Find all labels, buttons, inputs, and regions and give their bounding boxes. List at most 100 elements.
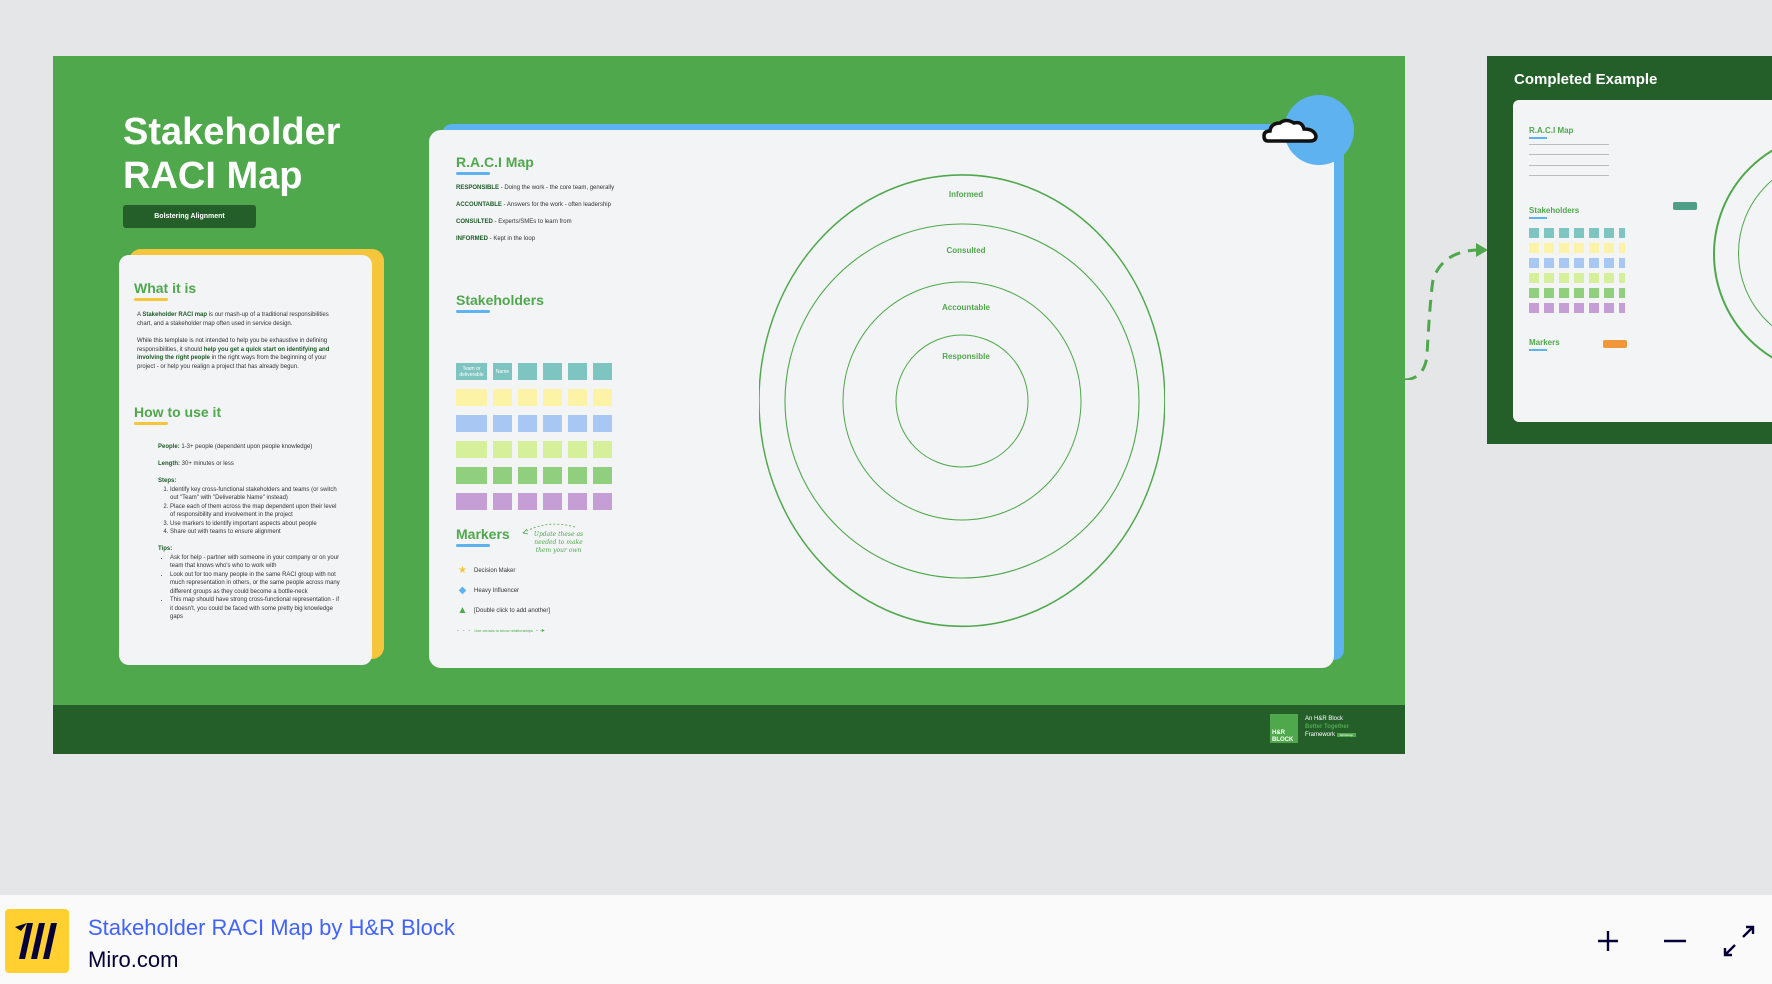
markers-handwritten-note: Update these as needed to make them your… bbox=[533, 531, 584, 554]
sticky-note[interactable] bbox=[593, 363, 612, 380]
triangle-icon: ▲ bbox=[457, 605, 468, 616]
sticky-note[interactable] bbox=[456, 441, 487, 458]
sticky-row: Team or deliverable Name bbox=[456, 363, 618, 382]
sticky-note[interactable] bbox=[518, 415, 537, 432]
sticky-note[interactable] bbox=[568, 441, 587, 458]
ring-accountable bbox=[842, 281, 1082, 521]
sticky-note[interactable] bbox=[518, 363, 537, 380]
sticky-note[interactable] bbox=[456, 467, 487, 484]
heading-underline bbox=[456, 544, 490, 547]
ring-label-consulted: Consulted bbox=[946, 246, 986, 255]
sticky-note[interactable] bbox=[456, 389, 487, 406]
example-stakeholders-heading: Stakeholders bbox=[1529, 206, 1580, 215]
example-panel: R.A.C.I Map Stakeholders Markers bbox=[1513, 100, 1772, 422]
example-sticky-grid bbox=[1529, 228, 1625, 318]
marker-decision-maker[interactable]: ★ Decision Maker bbox=[457, 565, 515, 576]
sticky-row bbox=[456, 467, 618, 486]
zoom-in-button[interactable] bbox=[1588, 921, 1628, 961]
sticky-note[interactable] bbox=[518, 467, 537, 484]
example-sticky-teal bbox=[1673, 202, 1697, 210]
definition-consulted: CONSULTED - Experts/SMEs to learn from bbox=[456, 219, 572, 225]
sticky-note[interactable] bbox=[593, 389, 612, 406]
completed-example-title: Completed Example bbox=[1514, 71, 1658, 88]
hr-block-logo: H&R BLOCK bbox=[1270, 714, 1298, 743]
sticky-note[interactable] bbox=[543, 363, 562, 380]
sticky-note[interactable] bbox=[543, 493, 562, 510]
sticky-note[interactable] bbox=[593, 441, 612, 458]
instructions-card[interactable]: What it is A Stakeholder RACI map is our… bbox=[119, 255, 372, 665]
sticky-note[interactable] bbox=[493, 467, 512, 484]
sticky-note[interactable] bbox=[593, 493, 612, 510]
sticky-note[interactable] bbox=[593, 467, 612, 484]
sticky-note[interactable] bbox=[518, 493, 537, 510]
markers-heading: Markers bbox=[456, 526, 510, 542]
sticky-note[interactable] bbox=[518, 389, 537, 406]
people-line: People: 1-3+ people (dependent upon peop… bbox=[158, 444, 313, 450]
steps-list: Identify key cross-functional stakeholde… bbox=[158, 486, 343, 537]
how-to-use-heading: How to use it bbox=[134, 404, 222, 420]
sticky-row bbox=[456, 441, 618, 460]
miro-logo-icon[interactable] bbox=[5, 909, 69, 973]
subtitle-pill: Bolstering Alignment bbox=[123, 205, 256, 228]
completed-example-frame[interactable]: Completed Example R.A.C.I Map Stakeholde… bbox=[1487, 56, 1772, 444]
ring-informed bbox=[759, 174, 1165, 628]
raci-heading: R.A.C.I Map bbox=[456, 154, 534, 170]
minus-icon bbox=[1664, 939, 1686, 943]
raci-rings bbox=[759, 174, 1165, 628]
heading-underline bbox=[1529, 349, 1547, 351]
sticky-note[interactable] bbox=[543, 389, 562, 406]
name-sticky[interactable]: Name bbox=[493, 363, 512, 380]
what-it-is-paragraph-1: A Stakeholder RACI map is our mash-up of… bbox=[137, 312, 329, 327]
marker-add-another[interactable]: ▲ [Double click to add another] bbox=[457, 605, 551, 616]
sticky-note[interactable] bbox=[456, 415, 487, 432]
sticky-note[interactable] bbox=[593, 415, 612, 432]
sticky-note[interactable] bbox=[568, 363, 587, 380]
ring-label-accountable: Accountable bbox=[941, 303, 990, 312]
expand-icon bbox=[1723, 925, 1755, 957]
heading-underline bbox=[1529, 137, 1547, 139]
footer-branding: An H&R Block Better Together Framework W… bbox=[1305, 715, 1357, 739]
example-markers-heading: Markers bbox=[1529, 338, 1560, 347]
sticky-note[interactable] bbox=[568, 467, 587, 484]
heading-underline bbox=[134, 298, 168, 301]
sticky-note[interactable] bbox=[493, 441, 512, 458]
diamond-icon: ◆ bbox=[458, 585, 467, 596]
cloud-icon bbox=[1262, 118, 1318, 143]
sticky-note[interactable] bbox=[493, 493, 512, 510]
board-link-title[interactable]: Stakeholder RACI Map by H&R Block bbox=[88, 915, 455, 941]
team-sticky[interactable]: Team or deliverable bbox=[456, 363, 487, 380]
fullscreen-button[interactable] bbox=[1719, 921, 1759, 961]
sticky-note[interactable] bbox=[543, 441, 562, 458]
sticky-note[interactable] bbox=[456, 493, 487, 510]
cloud-badge bbox=[1262, 95, 1354, 165]
ring-label-informed: Informed bbox=[948, 190, 984, 199]
zoom-out-button[interactable] bbox=[1654, 921, 1694, 961]
template-frame[interactable]: Stakeholder RACI Map Bolstering Alignmen… bbox=[53, 56, 1405, 754]
board-footer: H&R BLOCK An H&R Block Better Together F… bbox=[53, 705, 1405, 754]
sticky-note[interactable] bbox=[568, 389, 587, 406]
sticky-note[interactable] bbox=[493, 389, 512, 406]
sticky-note[interactable] bbox=[493, 415, 512, 432]
site-name[interactable]: Miro.com bbox=[88, 947, 178, 973]
sticky-note[interactable] bbox=[518, 441, 537, 458]
board-title: Stakeholder RACI Map bbox=[123, 111, 341, 197]
board-canvas[interactable]: Stakeholder RACI Map Bolstering Alignmen… bbox=[0, 0, 1772, 895]
sticky-row bbox=[456, 389, 618, 408]
bottom-bar: Stakeholder RACI Map by H&R Block Miro.c… bbox=[0, 895, 1772, 984]
heading-underline bbox=[456, 310, 490, 313]
length-line: Length: 30+ minutes or less bbox=[158, 461, 234, 467]
sticky-note[interactable] bbox=[543, 415, 562, 432]
raci-map-panel[interactable]: R.A.C.I Map RESPONSIBLE - Doing the work… bbox=[429, 130, 1334, 668]
arrow-right-icon: - -▸ bbox=[536, 628, 545, 634]
stakeholders-heading: Stakeholders bbox=[456, 292, 544, 308]
sticky-note[interactable] bbox=[543, 467, 562, 484]
sticky-note[interactable] bbox=[568, 415, 587, 432]
definition-responsible: RESPONSIBLE - Doing the work - the core … bbox=[456, 185, 615, 191]
sticky-note[interactable] bbox=[568, 493, 587, 510]
what-it-is-heading: What it is bbox=[134, 280, 197, 296]
example-raci-heading: R.A.C.I Map bbox=[1529, 126, 1574, 135]
example-definitions bbox=[1529, 144, 1609, 145]
ring-label-responsible: Responsible bbox=[942, 352, 990, 361]
marker-heavy-influencer[interactable]: ◆ Heavy Influencer bbox=[457, 585, 519, 596]
connector-arrow[interactable]: - - - Use arrows to show relationships -… bbox=[457, 627, 545, 635]
